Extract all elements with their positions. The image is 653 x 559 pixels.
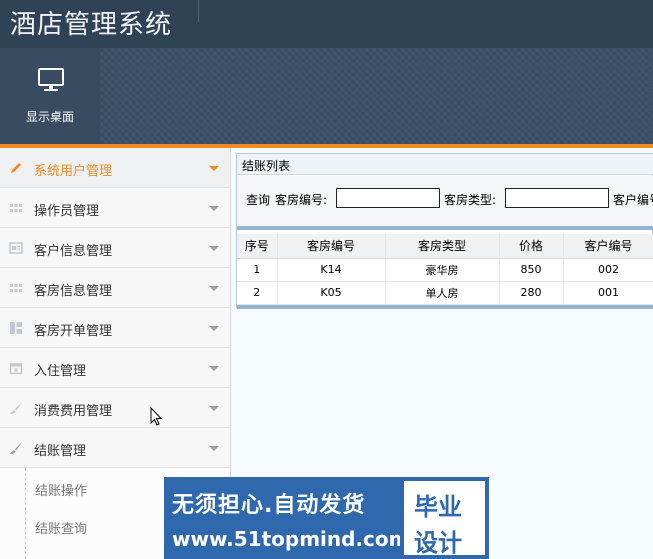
table-row[interactable]: 2 K05 单人房 280 001 <box>237 281 653 305</box>
chevron-down-icon <box>209 286 219 291</box>
chevron-down-icon <box>209 326 219 331</box>
cell-room-type: 单人房 <box>385 281 500 305</box>
sidebar-item-label: 操作员管理 <box>34 204 100 219</box>
header-divider <box>198 0 199 22</box>
table-footer-bar <box>237 305 653 309</box>
column-header[interactable]: 客房编号 <box>277 234 386 259</box>
sidebar-item-consumption[interactable]: 消费费用管理 <box>0 388 230 428</box>
card-icon <box>9 242 23 254</box>
sidebar-item-checkout[interactable]: 结账管理 <box>0 428 230 468</box>
submenu-item-checkout-operation[interactable]: 结账操作 <box>35 480 87 499</box>
column-header[interactable]: 价格 <box>499 234 564 259</box>
query-label: 查询 <box>246 193 271 207</box>
chevron-down-icon <box>209 246 219 251</box>
sidebar-item-label: 客房开单管理 <box>34 324 113 339</box>
customer-no-label: 客户编号 <box>613 193 653 207</box>
panel-title: 结账列表 <box>242 159 291 173</box>
calendar-icon <box>9 363 23 375</box>
sidebar-item-label: 消费费用管理 <box>34 404 113 419</box>
show-desktop-label: 显示桌面 <box>25 110 74 124</box>
checkout-table: 序号 客房编号 客房类型 价格 客户编号 1 K14 豪华房 850 002 2 <box>237 234 653 305</box>
show-desktop-button[interactable]: 显示桌面 <box>0 48 100 144</box>
sidebar-item-label: 客房信息管理 <box>34 284 113 299</box>
toolbar: 显示桌面 <box>0 48 653 144</box>
column-header[interactable]: 客房类型 <box>385 234 500 259</box>
watermark-badge-line1: 毕业 <box>414 493 462 521</box>
cell-customer-no: 001 <box>563 281 653 305</box>
column-header[interactable]: 序号 <box>237 234 278 259</box>
watermark-badge-line2: 设计 <box>414 529 462 557</box>
brush-icon <box>10 442 22 454</box>
cell-customer-no: 002 <box>563 258 653 282</box>
submenu-item-checkout-query[interactable]: 结账查询 <box>35 518 87 537</box>
cell-room-type: 豪华房 <box>385 258 500 282</box>
cell-room-no: K14 <box>277 258 386 282</box>
sidebar-item-room-orders[interactable]: 客房开单管理 <box>0 308 230 348</box>
sidebar-item-operators[interactable]: 操作员管理 <box>0 188 230 228</box>
table-header-row: 序号 客房编号 客房类型 价格 客户编号 <box>237 234 653 259</box>
grid-icon <box>10 204 22 212</box>
watermark-url: www.51topmind.com <box>172 527 410 551</box>
room-no-label: 客房编号: <box>275 193 328 207</box>
monitor-icon <box>38 68 64 91</box>
room-type-input[interactable] <box>505 188 609 208</box>
query-bar: 查询 客房编号: 客房类型: 客户编号 <box>237 176 653 230</box>
room-type-label: 客房类型: <box>444 193 497 207</box>
room-no-input[interactable] <box>336 188 440 208</box>
chevron-down-icon <box>209 366 219 371</box>
cell-index: 1 <box>237 258 278 282</box>
sidebar-item-label: 客户信息管理 <box>34 244 113 259</box>
brush-icon <box>10 402 22 414</box>
cell-price: 850 <box>499 258 564 282</box>
watermark-slogan: 无须担心.自动发货 <box>172 493 366 518</box>
chevron-down-icon <box>209 446 219 451</box>
sidebar-item-rooms[interactable]: 客房信息管理 <box>0 268 230 308</box>
watermark-badge: 毕业 设计 <box>400 477 489 559</box>
watermark-banner: 无须担心.自动发货 www.51topmind.com 毕业 设计 <box>164 477 489 559</box>
app-title: 酒店管理系统 <box>10 10 173 40</box>
sidebar-item-system-users[interactable]: 系统用户管理 <box>0 148 230 188</box>
pencil-icon <box>11 163 21 173</box>
cell-room-no: K05 <box>277 281 386 305</box>
cell-price: 280 <box>499 281 564 305</box>
sidebar-item-label: 结账管理 <box>34 444 87 459</box>
cell-index: 2 <box>237 281 278 305</box>
sidebar-item-customers[interactable]: 客户信息管理 <box>0 228 230 268</box>
chevron-down-icon <box>209 166 219 171</box>
grid-icon <box>10 284 22 292</box>
mouse-cursor-icon <box>150 407 163 426</box>
panel-title-bar: 结账列表 <box>237 154 653 175</box>
table-row[interactable]: 1 K14 豪华房 850 002 <box>237 258 653 282</box>
app-header: 酒店管理系统 <box>0 0 653 48</box>
chevron-down-icon <box>209 206 219 211</box>
column-header[interactable]: 客户编号 <box>563 234 653 259</box>
checkout-list-panel: 结账列表 查询 客房编号: 客房类型: 客户编号 序号 客房编号 客房类型 价格… <box>236 153 653 309</box>
sidebar-item-label: 入住管理 <box>34 364 87 379</box>
layout-icon <box>10 322 22 334</box>
chevron-down-icon <box>209 406 219 411</box>
submenu-guide-line <box>25 468 26 559</box>
sidebar-item-checkin[interactable]: 入住管理 <box>0 348 230 388</box>
sidebar-item-label: 系统用户管理 <box>34 164 113 179</box>
